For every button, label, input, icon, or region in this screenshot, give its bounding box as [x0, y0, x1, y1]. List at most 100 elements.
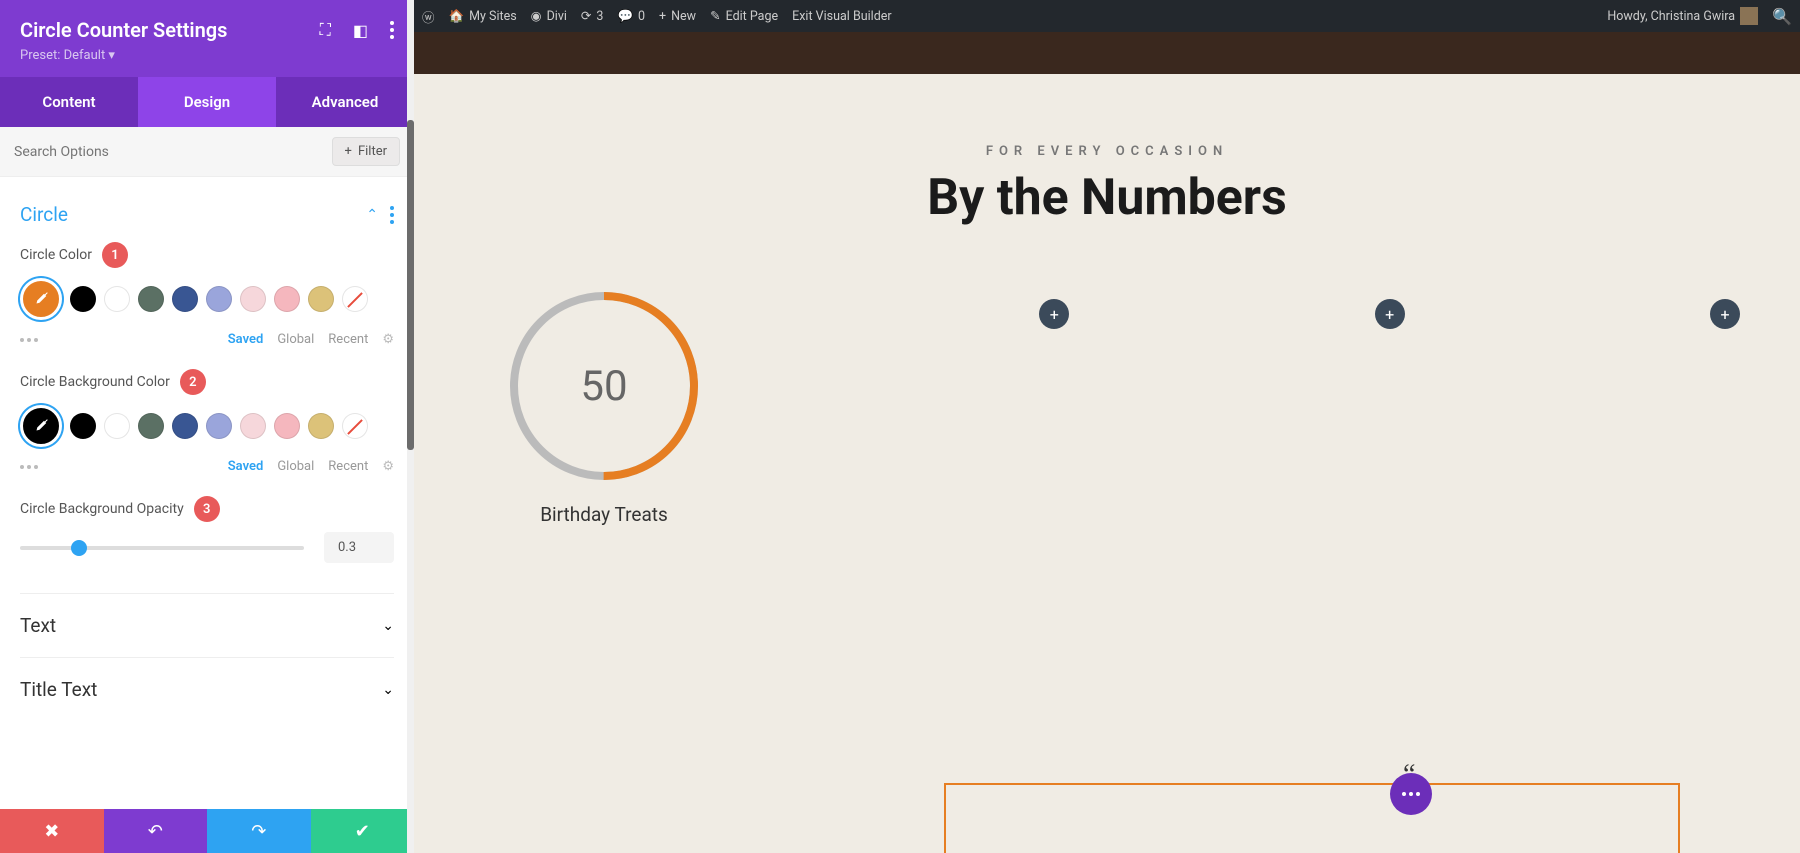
- palette-saved[interactable]: Saved: [228, 332, 264, 347]
- swatch-lightpink[interactable]: [240, 286, 266, 312]
- search-row: + Filter: [0, 127, 414, 177]
- howdy-user[interactable]: Howdy, Christina Gwira: [1607, 7, 1758, 25]
- palette-global[interactable]: Global: [277, 459, 314, 474]
- filter-label: Filter: [358, 144, 387, 159]
- page-preview: FOR EVERY OCCASION By the Numbers 50 Bir…: [414, 74, 1800, 853]
- swatch-periwinkle[interactable]: [206, 413, 232, 439]
- swatch-navy[interactable]: [172, 286, 198, 312]
- tabs: Content Design Advanced: [0, 77, 414, 127]
- circle-color-label: Circle Color: [20, 247, 92, 263]
- tab-design[interactable]: Design: [138, 77, 276, 127]
- new-content[interactable]: + New: [659, 9, 696, 24]
- circle-bg-color-label: Circle Background Color: [20, 374, 170, 390]
- section-more-icon[interactable]: [390, 206, 394, 224]
- counter-value: 50: [505, 287, 703, 485]
- sidebar-header: Circle Counter Settings ⛶ ◧ Preset: Defa…: [0, 0, 414, 77]
- more-icon[interactable]: [390, 21, 394, 39]
- circle-bg-opacity-label: Circle Background Opacity: [20, 501, 184, 517]
- counters-row: 50 Birthday Treats + + +: [474, 287, 1740, 526]
- gear-icon[interactable]: ⚙: [382, 459, 394, 474]
- palette-recent[interactable]: Recent: [328, 459, 368, 474]
- tab-content[interactable]: Content: [0, 77, 138, 127]
- my-sites[interactable]: 🏠 My Sites: [449, 9, 517, 24]
- headline: By the Numbers: [474, 169, 1740, 227]
- opacity-value[interactable]: 0.3: [324, 532, 394, 563]
- comments[interactable]: 💬 0: [617, 9, 645, 24]
- gear-icon[interactable]: ⚙: [382, 332, 394, 347]
- palette-footer-2: Saved Global Recent ⚙: [20, 455, 394, 480]
- panel-body: Circle ⌃ Circle Color 1: [0, 177, 414, 809]
- search-icon[interactable]: 🔍: [1772, 7, 1792, 26]
- swatch-gold[interactable]: [308, 286, 334, 312]
- search-input[interactable]: [14, 144, 322, 160]
- avatar: [1740, 7, 1758, 25]
- palette-more-icon[interactable]: [20, 338, 38, 342]
- cancel-button[interactable]: ✖: [0, 809, 104, 853]
- annotation-badge-2: 2: [180, 369, 206, 395]
- eyebrow-text: FOR EVERY OCCASION: [474, 144, 1740, 159]
- circle-color-swatches: [20, 278, 394, 320]
- swatch-green[interactable]: [138, 286, 164, 312]
- section-title-text-head[interactable]: Title Text ⌄: [20, 657, 394, 721]
- chevron-down-icon: ⌄: [382, 682, 394, 698]
- scrollbar[interactable]: [407, 0, 414, 853]
- swatch-white[interactable]: [104, 286, 130, 312]
- main-preview: ⓦ 🏠 My Sites ◉ Divi ⟳ 3 💬 0 + New ✎ Edit…: [414, 0, 1800, 853]
- divi-menu[interactable]: ◉ Divi: [531, 8, 567, 24]
- section-circle-head[interactable]: Circle ⌃: [20, 193, 394, 242]
- section-outline[interactable]: [944, 783, 1680, 853]
- scrollbar-thumb[interactable]: [407, 120, 414, 450]
- section-text-head[interactable]: Text ⌄: [20, 593, 394, 657]
- expand-icon[interactable]: ⛶: [320, 20, 331, 40]
- add-module-button[interactable]: +: [1039, 299, 1069, 329]
- wp-logo-icon[interactable]: ⓦ: [422, 7, 435, 26]
- swatch-none[interactable]: [342, 413, 368, 439]
- swatch-black[interactable]: [70, 286, 96, 312]
- chevron-up-icon[interactable]: ⌃: [366, 207, 378, 223]
- footer-bar: ✖ ↶ ↷ ✔: [0, 809, 414, 853]
- exit-visual-builder[interactable]: Exit Visual Builder: [792, 9, 892, 24]
- save-button[interactable]: ✔: [311, 809, 415, 853]
- sidebar-title: Circle Counter Settings: [20, 18, 227, 42]
- redo-button[interactable]: ↷: [207, 809, 311, 853]
- swatch-pink[interactable]: [274, 286, 300, 312]
- filter-button[interactable]: + Filter: [332, 137, 400, 166]
- counter-module[interactable]: 50 Birthday Treats: [474, 287, 734, 526]
- edit-page[interactable]: ✎ Edit Page: [710, 8, 778, 24]
- field-circle-bg-color: Circle Background Color 2 Saved: [20, 369, 394, 480]
- section-title: Circle: [20, 203, 68, 226]
- swatch-selected-picker-bg[interactable]: [20, 405, 62, 447]
- swatch-gold[interactable]: [308, 413, 334, 439]
- section-title: Text: [20, 614, 56, 637]
- swatch-none[interactable]: [342, 286, 368, 312]
- circle-counter: 50: [505, 287, 703, 485]
- updates[interactable]: ⟳ 3: [581, 8, 604, 24]
- undo-button[interactable]: ↶: [104, 809, 208, 853]
- swatch-white[interactable]: [104, 413, 130, 439]
- swatch-navy[interactable]: [172, 413, 198, 439]
- swatch-green[interactable]: [138, 413, 164, 439]
- field-circle-color: Circle Color 1 Saved Global: [20, 242, 394, 353]
- swatch-selected-picker[interactable]: [20, 278, 62, 320]
- swatch-lightpink[interactable]: [240, 413, 266, 439]
- wp-adminbar: ⓦ 🏠 My Sites ◉ Divi ⟳ 3 💬 0 + New ✎ Edit…: [414, 0, 1800, 32]
- palette-recent[interactable]: Recent: [328, 332, 368, 347]
- eyedropper-icon: [32, 290, 50, 308]
- opacity-slider[interactable]: [20, 546, 304, 550]
- circle-bg-swatches: [20, 405, 394, 447]
- palette-global[interactable]: Global: [277, 332, 314, 347]
- add-module-button[interactable]: +: [1375, 299, 1405, 329]
- snap-icon[interactable]: ◧: [353, 21, 368, 40]
- palette-more-icon[interactable]: [20, 465, 38, 469]
- swatch-periwinkle[interactable]: [206, 286, 232, 312]
- swatch-pink[interactable]: [274, 413, 300, 439]
- add-module-button[interactable]: +: [1710, 299, 1740, 329]
- section-actions-fab[interactable]: [1390, 773, 1432, 815]
- plus-icon: +: [345, 144, 352, 159]
- field-circle-bg-opacity: Circle Background Opacity 3 0.3: [20, 496, 394, 563]
- slider-thumb[interactable]: [71, 540, 87, 556]
- swatch-black[interactable]: [70, 413, 96, 439]
- palette-saved[interactable]: Saved: [228, 459, 264, 474]
- tab-advanced[interactable]: Advanced: [276, 77, 414, 127]
- preset-selector[interactable]: Preset: Default ▾: [20, 48, 394, 63]
